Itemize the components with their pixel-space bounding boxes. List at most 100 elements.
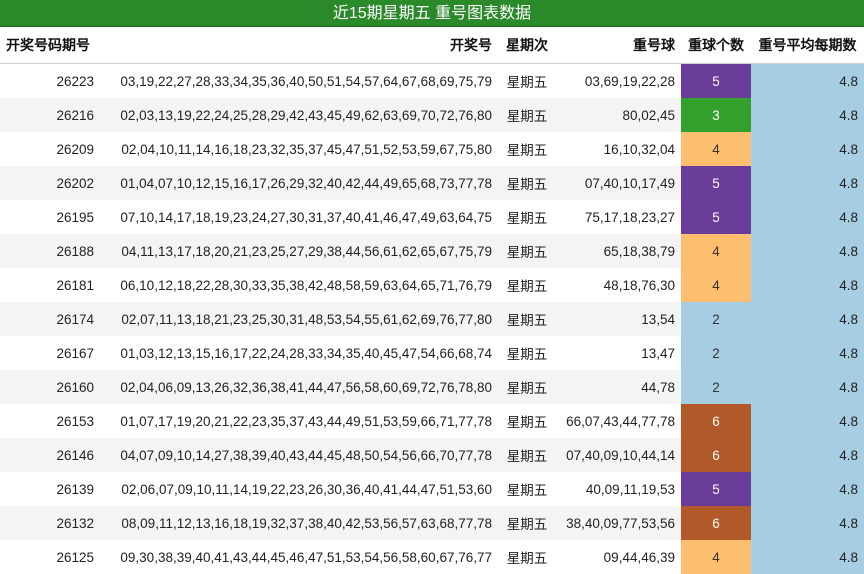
weekday-cell: 星期五	[506, 415, 548, 430]
avg-cell: 4.8	[751, 98, 864, 132]
numbers-cell: 08,09,11,12,13,16,18,19,32,37,38,40,42,5…	[100, 506, 498, 540]
numbers-cell: 02,03,13,19,22,24,25,28,29,42,43,45,49,6…	[100, 98, 498, 132]
period-cell: 26188	[0, 234, 100, 268]
repeat-balls-cell: 13,54	[556, 302, 681, 336]
numbers-cell: 01,04,07,10,12,15,16,17,26,29,32,40,42,4…	[100, 166, 498, 200]
weekday-cell: 星期五	[498, 98, 556, 132]
weekday-cell: 星期五	[506, 143, 548, 158]
period-cell: 26195	[56, 209, 94, 225]
period-cell: 26223	[56, 73, 94, 89]
weekday-cell: 星期五	[498, 166, 556, 200]
avg-cell: 4.8	[751, 370, 864, 404]
table-row: 26209 02,04,10,11,14,16,18,23,32,35,37,45…	[0, 132, 864, 166]
avg-cell: 4.8	[751, 336, 864, 370]
table-row: 26153 01,07,17,19,20,21,22,23,35,37,43,44…	[0, 404, 864, 438]
weekday-cell: 星期五	[506, 347, 548, 362]
table-row: 26132 08,09,11,12,13,16,18,19,32,37,38,40…	[0, 506, 864, 540]
table-row: 26125 09,30,38,39,40,41,43,44,45,46,47,51…	[0, 540, 864, 574]
header-weekday: 星期次	[498, 27, 556, 64]
header-period: 开奖号码期号	[0, 27, 100, 64]
repeat-count-cell: 4	[681, 132, 751, 166]
period-cell: 26167	[56, 345, 94, 361]
table-row: 26223 03,19,22,27,28,33,34,35,36,40,50,51…	[0, 63, 864, 98]
period-cell: 26216	[0, 98, 100, 132]
table-row: 26160 02,04,06,09,13,26,32,36,38,41,44,47…	[0, 370, 864, 404]
period-cell: 26160	[0, 370, 100, 404]
repeat-balls-cell: 48,18,76,30	[603, 277, 675, 293]
repeat-count-cell: 5	[681, 166, 751, 200]
numbers-cell: 01,03,12,13,15,16,17,22,24,28,33,34,35,4…	[120, 345, 492, 361]
header-repeat-balls: 重号球	[556, 27, 681, 64]
avg-cell: 4.8	[751, 302, 864, 336]
avg-cell: 4.8	[751, 438, 864, 472]
repeat-balls-cell: 38,40,09,77,53,56	[556, 506, 681, 540]
weekday-cell: 星期五	[498, 370, 556, 404]
repeat-balls-cell: 09,44,46,39	[603, 549, 675, 565]
repeat-count-cell: 5	[681, 63, 751, 98]
numbers-cell: 02,04,06,09,13,26,32,36,38,41,44,47,56,5…	[100, 370, 498, 404]
weekday-cell: 星期五	[498, 234, 556, 268]
numbers-cell: 02,07,11,13,18,21,23,25,30,31,48,53,54,5…	[100, 302, 498, 336]
avg-cell: 4.8	[751, 268, 864, 302]
header-numbers: 开奖号	[100, 27, 498, 64]
repeat-count-cell: 4	[681, 540, 751, 574]
table-row: 26167 01,03,12,13,15,16,17,22,24,28,33,34…	[0, 336, 864, 370]
avg-cell: 4.8	[751, 506, 864, 540]
repeat-count-cell: 5	[681, 200, 751, 234]
repeat-count-cell: 5	[681, 472, 751, 506]
repeat-count-cell: 6	[681, 506, 751, 540]
numbers-cell: 04,11,13,17,18,20,21,23,25,27,29,38,44,5…	[100, 234, 498, 268]
repeat-count-cell: 2	[681, 302, 751, 336]
period-cell: 26146	[0, 438, 100, 472]
repeat-count-cell: 2	[681, 370, 751, 404]
repeat-balls-cell: 07,40,09,10,44,14	[556, 438, 681, 472]
numbers-cell: 03,19,22,27,28,33,34,35,36,40,50,51,54,5…	[120, 73, 492, 89]
period-cell: 26132	[0, 506, 100, 540]
repeat-count-cell: 6	[681, 438, 751, 472]
header-repeat-count: 重球个数	[681, 27, 751, 64]
table-title: 近15期星期五 重号图表数据	[0, 0, 864, 27]
table-row: 26146 04,07,09,10,14,27,38,39,40,43,44,45…	[0, 438, 864, 472]
repeat-count-cell: 6	[681, 404, 751, 438]
period-cell: 26209	[56, 141, 94, 157]
repeat-balls-cell: 44,78	[556, 370, 681, 404]
table-row: 26174 02,07,11,13,18,21,23,25,30,31,48,53…	[0, 302, 864, 336]
weekday-cell: 星期五	[498, 438, 556, 472]
header-avg: 重号平均每期数	[751, 27, 864, 64]
weekday-cell: 星期五	[498, 506, 556, 540]
repeat-balls-cell: 80,02,45	[556, 98, 681, 132]
repeat-balls-cell: 13,47	[641, 345, 675, 361]
period-cell: 26139	[56, 481, 94, 497]
numbers-cell: 02,06,07,09,10,11,14,19,22,23,26,30,36,4…	[121, 481, 492, 497]
numbers-cell: 09,30,38,39,40,41,43,44,45,46,47,51,53,5…	[120, 549, 492, 565]
period-cell: 26181	[56, 277, 94, 293]
table-row: 26202 01,04,07,10,12,15,16,17,26,29,32,40…	[0, 166, 864, 200]
period-cell: 26174	[0, 302, 100, 336]
avg-cell: 4.8	[751, 404, 864, 438]
repeat-count-cell: 2	[681, 336, 751, 370]
period-cell: 26202	[0, 166, 100, 200]
repeat-number-table: 开奖号码期号 开奖号 星期次 重号球 重球个数 重号平均每期数 26223 03,…	[0, 27, 864, 574]
avg-cell: 4.8	[751, 234, 864, 268]
numbers-cell: 02,04,10,11,14,16,18,23,32,35,37,45,47,5…	[121, 141, 492, 157]
numbers-cell: 07,10,14,17,18,19,23,24,27,30,31,37,40,4…	[120, 209, 492, 225]
weekday-cell: 星期五	[506, 279, 548, 294]
repeat-count-cell: 3	[681, 98, 751, 132]
repeat-balls-cell: 16,10,32,04	[603, 141, 675, 157]
repeat-balls-cell: 66,07,43,44,77,78	[566, 413, 675, 429]
numbers-cell: 01,07,17,19,20,21,22,23,35,37,43,44,49,5…	[120, 413, 492, 429]
numbers-cell: 04,07,09,10,14,27,38,39,40,43,44,45,48,5…	[100, 438, 498, 472]
repeat-count-cell: 4	[681, 234, 751, 268]
table-row: 26188 04,11,13,17,18,20,21,23,25,27,29,38…	[0, 234, 864, 268]
avg-cell: 4.8	[751, 200, 864, 234]
weekday-cell: 星期五	[498, 302, 556, 336]
table-row: 26181 06,10,12,18,22,28,30,33,35,38,42,48…	[0, 268, 864, 302]
repeat-balls-cell: 07,40,10,17,49	[556, 166, 681, 200]
avg-cell: 4.8	[751, 166, 864, 200]
weekday-cell: 星期五	[506, 483, 548, 498]
weekday-cell: 星期五	[506, 211, 548, 226]
table-row: 26195 07,10,14,17,18,19,23,24,27,30,31,37…	[0, 200, 864, 234]
period-cell: 26125	[56, 549, 94, 565]
repeat-balls-cell: 75,17,18,23,27	[584, 209, 675, 225]
avg-cell: 4.8	[751, 132, 864, 166]
